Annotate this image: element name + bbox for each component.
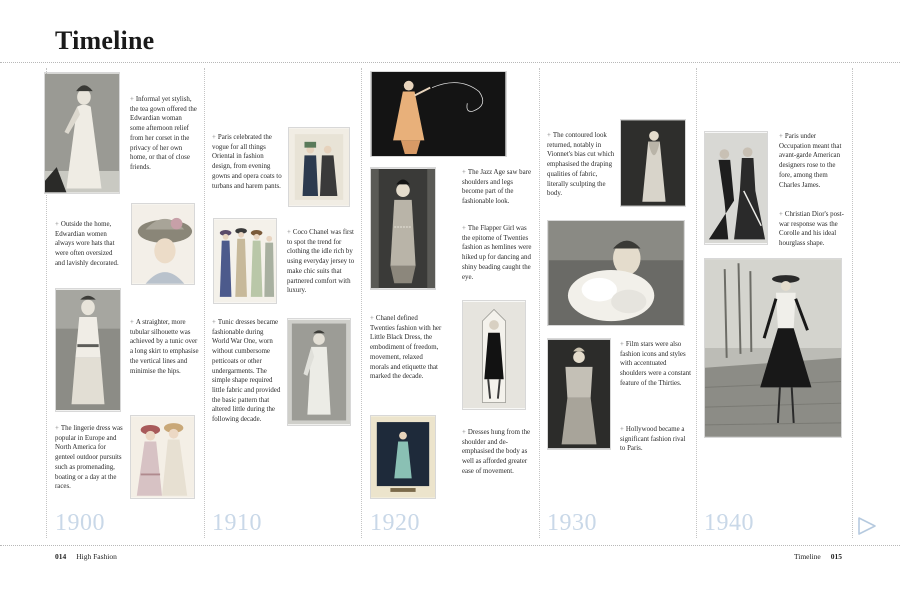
footer-left: 014 High Fashion xyxy=(55,552,117,561)
entry-1900-tubular: + A straighter, more tubular silhouette w… xyxy=(130,319,199,375)
entry-1930-film-stars: + Film stars were also fashion icons and … xyxy=(620,341,691,387)
photo-little-black-dress xyxy=(462,300,526,410)
next-arrow-icon[interactable] xyxy=(857,516,877,536)
entry-1940-charles-james: + Paris under Occupation meant that avant… xyxy=(779,133,842,189)
photo-twenties-gown xyxy=(370,415,436,499)
entry-1910-tunic: + Tunic dresses became fashionable during… xyxy=(212,319,281,424)
decade-label-1910: 1910 xyxy=(212,510,262,536)
entry-1920-flapper: + The Flapper Girl was the epitome of Twe… xyxy=(462,225,532,281)
entry-1940-dior: + Christian Dior's post-war response was … xyxy=(779,211,844,248)
decade-label-1920: 1920 xyxy=(370,510,420,536)
photo-film-star xyxy=(547,338,611,450)
entry-1900-hats: + Outside the home, Edwardian women alway… xyxy=(55,221,119,267)
running-head-left: High Fashion xyxy=(76,552,117,561)
photo-bias-cut xyxy=(620,119,686,207)
photo-ruffle-portrait xyxy=(547,220,685,326)
decade-label-1940: 1940 xyxy=(704,510,754,536)
photo-tea-gown xyxy=(44,72,120,194)
photo-jazz-age xyxy=(370,71,507,157)
footer-right: Timeline 015 xyxy=(794,552,842,561)
photo-oriental xyxy=(288,127,350,207)
entry-1910-oriental: + Paris celebrated the vogue for all thin… xyxy=(212,134,282,190)
column-divider xyxy=(361,68,362,538)
column-divider xyxy=(204,68,205,538)
entry-1920-lbd: + Chanel defined Twenties fashion with he… xyxy=(370,315,442,381)
entry-1930-vionnet: + The contoured look returned, notably in… xyxy=(547,132,615,198)
page-number-left: 014 xyxy=(55,552,67,561)
photo-hat xyxy=(131,203,195,285)
entry-1910-chanel: + Coco Chanel was first to spot the trend… xyxy=(287,229,355,295)
photo-dior-new-look xyxy=(704,258,842,438)
bottom-divider xyxy=(0,545,900,546)
column-divider xyxy=(852,68,853,538)
entry-1900-lingerie: + The lingerie dress was popular in Europ… xyxy=(55,425,123,491)
page-number-right: 015 xyxy=(830,552,842,561)
decade-label-1900: 1900 xyxy=(55,510,105,536)
photo-lingerie-dress xyxy=(130,415,195,499)
column-divider xyxy=(539,68,540,538)
column-divider xyxy=(696,68,697,538)
decade-label-1930: 1930 xyxy=(547,510,597,536)
photo-flapper xyxy=(370,167,436,290)
photo-tunic-skirt xyxy=(55,288,121,412)
page-title: Timeline xyxy=(55,26,155,55)
running-head-right: Timeline xyxy=(793,552,821,561)
top-divider xyxy=(0,62,900,63)
photo-tunic-dress xyxy=(287,318,351,426)
entry-1930-hollywood: + Hollywood became a significant fashion … xyxy=(620,426,686,453)
entry-1920-jazz: + The Jazz Age saw bare shoulders and leg… xyxy=(462,169,532,206)
entry-1920-dresses: + Dresses hung from the shoulder and de-e… xyxy=(462,429,531,475)
photo-chanel-suits xyxy=(213,218,277,304)
entry-1900-tea-gown: + Informal yet stylish, the tea gown offe… xyxy=(130,96,197,171)
photo-charles-james xyxy=(704,131,768,245)
